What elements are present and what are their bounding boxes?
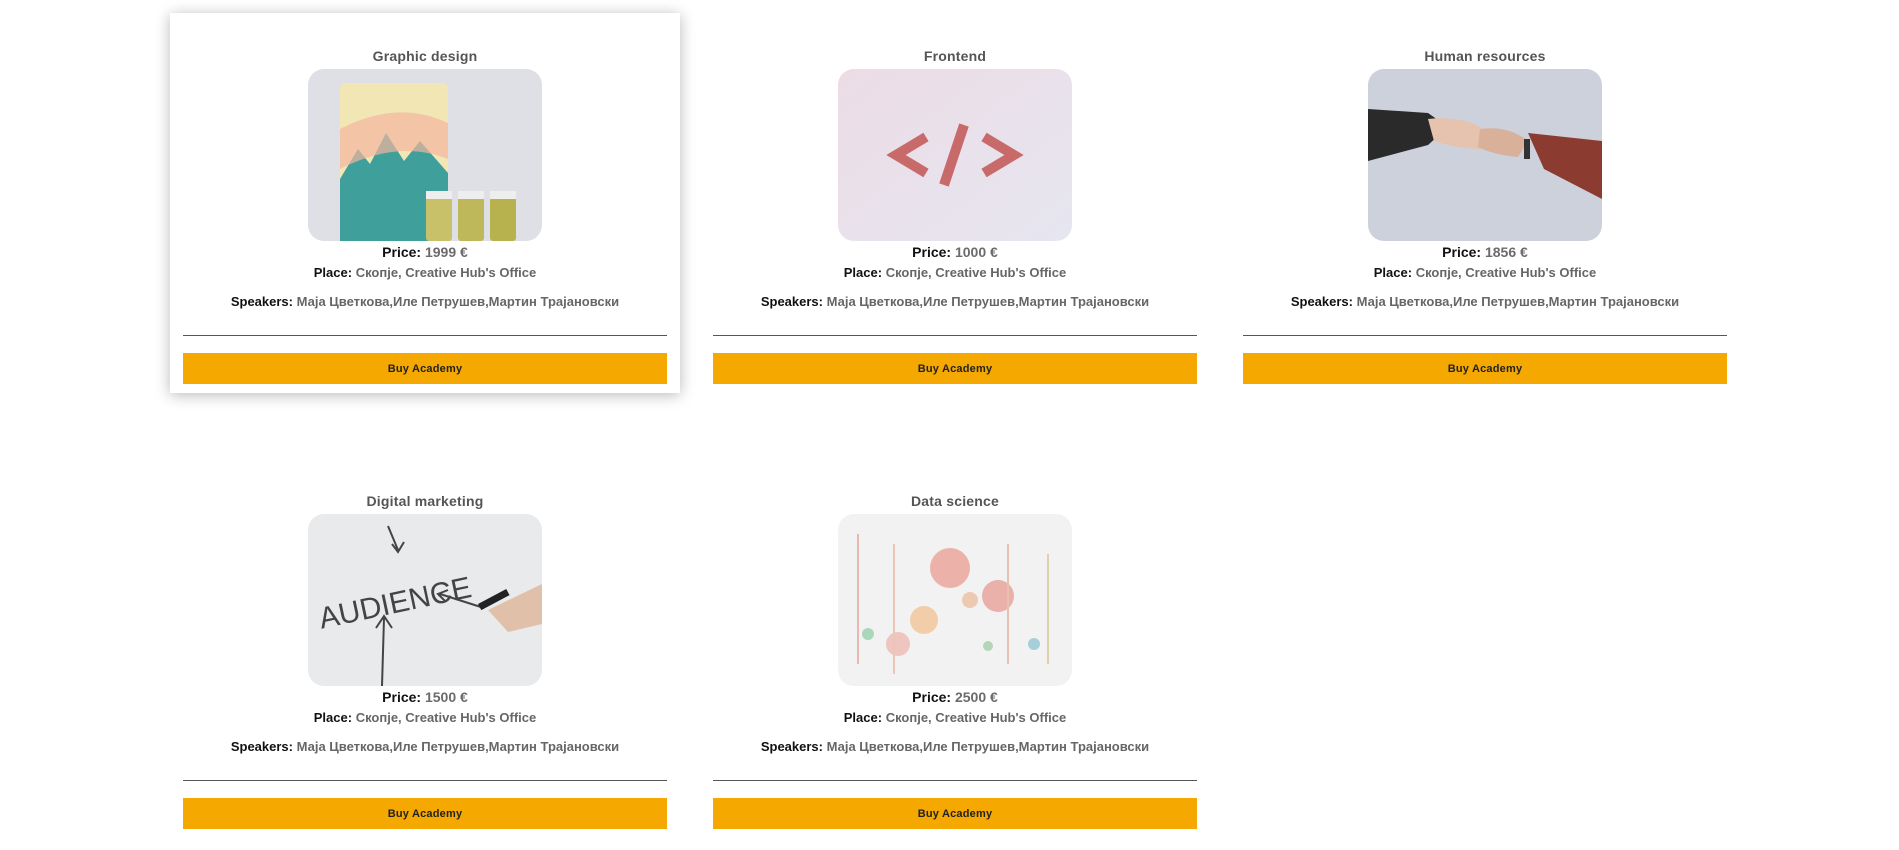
place-row: Place: Скопје, Creative Hub's Office [700,265,1210,281]
place-label: Place: [313,710,353,725]
price-value: 1999 € [424,244,468,260]
price-label: Price: [912,244,952,260]
academy-card-digital-marketing[interactable]: Digital marketing AUDIENCE Price: 1500 €… [170,458,680,838]
place-row: Place: Скопје, Creative Hub's Office [700,710,1210,726]
speakers-row: Speakers: Маја Цветкова,Иле Петрушев,Мар… [1230,294,1740,310]
academy-card-frontend[interactable]: Frontend Price: 1000 € Place: Скопје, Cr… [700,13,1210,393]
price-row: Price: 1500 € [170,688,680,706]
buy-academy-button[interactable]: Buy Academy [1243,353,1727,384]
academy-card-data-science[interactable]: Data science Price: 2500 € Place: Скопје… [700,458,1210,838]
divider [713,335,1197,336]
place-value: Скопје, Creative Hub's Office [355,265,537,280]
place-row: Place: Скопје, Creative Hub's Office [170,265,680,281]
code-brackets-image [838,69,1072,241]
speakers-row: Speakers: Маја Цветкова,Иле Петрушев,Мар… [700,739,1210,755]
divider [183,780,667,781]
place-label: Place: [1373,265,1413,280]
buy-academy-button[interactable]: Buy Academy [183,353,667,384]
speakers-row: Speakers: Маја Цветкова,Иле Петрушев,Мар… [700,294,1210,310]
card-title: Digital marketing [366,493,484,509]
buy-academy-button[interactable]: Buy Academy [713,353,1197,384]
price-label: Price: [912,689,952,705]
buy-academy-button[interactable]: Buy Academy [183,798,667,829]
speakers-row: Speakers: Маја Цветкова,Иле Петрушев,Мар… [170,739,680,755]
price-label: Price: [382,244,422,260]
place-row: Place: Скопје, Creative Hub's Office [170,710,680,726]
speakers-value: Маја Цветкова,Иле Петрушев,Мартин Трајан… [296,294,620,309]
academy-card-graphic-design[interactable]: Graphic design Price: 1999 € Place: Скоп… [170,13,680,393]
price-value: 2500 € [954,689,998,705]
speakers-row: Speakers: Маја Цветкова,Иле Петрушев,Мар… [170,294,680,310]
speakers-label: Speakers: [1290,294,1353,309]
place-label: Place: [843,710,883,725]
speakers-label: Speakers: [760,739,823,754]
divider [1243,335,1727,336]
academies-grid: Graphic design Price: 1999 € Place: Скоп… [0,0,1899,850]
divider [183,335,667,336]
speakers-label: Speakers: [760,294,823,309]
card-title: Data science [910,493,999,509]
price-value: 1000 € [954,244,998,260]
audience-whiteboard-image: AUDIENCE [308,514,542,686]
price-row: Price: 1856 € [1230,243,1740,261]
speakers-label: Speakers: [230,739,293,754]
price-row: Price: 1999 € [170,243,680,261]
price-row: Price: 2500 € [700,688,1210,706]
coffee-pouch-image [308,69,542,241]
place-value: Скопје, Creative Hub's Office [1415,265,1597,280]
place-row: Place: Скопје, Creative Hub's Office [1230,265,1740,281]
speakers-value: Маја Цветкова,Иле Петрушев,Мартин Трајан… [1356,294,1680,309]
place-label: Place: [313,265,353,280]
price-label: Price: [1442,244,1482,260]
card-title: Frontend [923,48,987,64]
buy-academy-button[interactable]: Buy Academy [713,798,1197,829]
speakers-value: Маја Цветкова,Иле Петрушев,Мартин Трајан… [826,294,1150,309]
price-value: 1500 € [424,689,468,705]
place-value: Скопје, Creative Hub's Office [355,710,537,725]
speakers-value: Маја Цветкова,Иле Петрушев,Мартин Трајан… [296,739,620,754]
data-bubbles-image [838,514,1072,686]
place-value: Скопје, Creative Hub's Office [885,265,1067,280]
speakers-value: Маја Цветкова,Иле Петрушев,Мартин Трајан… [826,739,1150,754]
speakers-label: Speakers: [230,294,293,309]
place-label: Place: [843,265,883,280]
divider [713,780,1197,781]
card-title: Human resources [1424,48,1546,64]
handshake-image [1368,69,1602,241]
card-title: Graphic design [372,48,478,64]
price-row: Price: 1000 € [700,243,1210,261]
price-value: 1856 € [1484,244,1528,260]
place-value: Скопје, Creative Hub's Office [885,710,1067,725]
academy-card-human-resources[interactable]: Human resources Price: 1856 € Place: Ско… [1230,13,1740,393]
price-label: Price: [382,689,422,705]
